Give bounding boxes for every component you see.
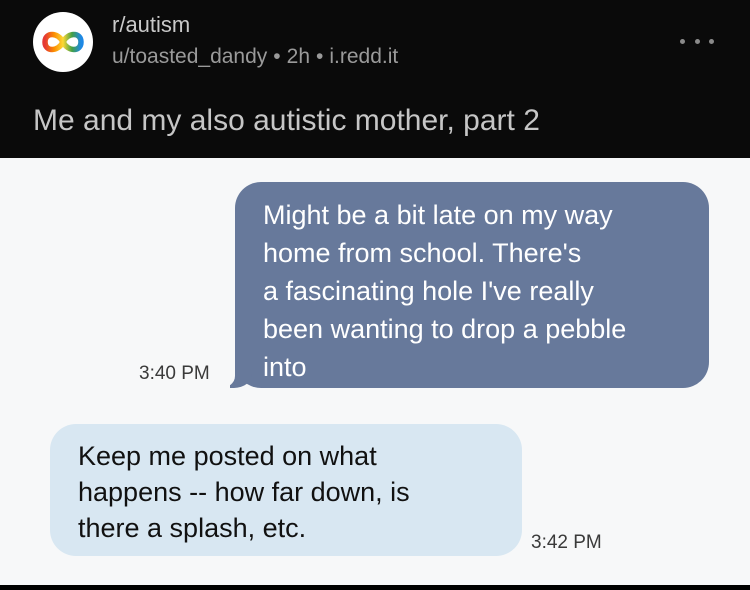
subreddit-avatar[interactable] <box>33 12 93 72</box>
incoming-message-bubble: Keep me posted on what happens -- how fa… <box>50 424 522 556</box>
bottom-divider <box>0 585 750 590</box>
post-age: 2h <box>286 45 311 68</box>
post-title[interactable]: Me and my also autistic mother, part 2 <box>33 104 540 138</box>
post-meta: u/toasted_dandy • 2h • i.redd.it <box>112 45 398 69</box>
message-timestamp: 3:40 PM <box>139 363 210 384</box>
more-options-icon[interactable] <box>680 34 714 48</box>
post-domain[interactable]: i.redd.it <box>329 45 398 68</box>
author-link[interactable]: u/toasted_dandy <box>112 45 267 68</box>
more-dot <box>694 38 700 44</box>
more-dot <box>680 38 685 44</box>
more-dot <box>709 38 714 44</box>
outgoing-message-bubble: Might be a bit late on my way home from … <box>221 182 709 388</box>
message-timestamp: 3:42 PM <box>531 532 602 553</box>
message-line: a fascinating hole I've really <box>263 276 594 306</box>
message-line: been wanting to drop a pebble <box>263 314 627 344</box>
message-line: Might be a bit late on my way <box>263 200 613 230</box>
message-line: happens -- how far down, is <box>78 477 410 507</box>
message-line: home from school. There's <box>263 238 582 268</box>
chat-screenshot: Might be a bit late on my way home from … <box>0 158 750 585</box>
post-header: r/autism u/toasted_dandy • 2h • i.redd.it Me… <box>0 0 750 158</box>
meta-separator: • <box>273 45 281 68</box>
meta-separator: • <box>316 45 324 68</box>
message-line: into <box>263 352 307 382</box>
infinity-logo-icon <box>42 31 84 53</box>
subreddit-name[interactable]: r/autism <box>112 12 190 38</box>
message-line: Keep me posted on what <box>78 441 377 471</box>
message-line: there a splash, etc. <box>78 513 307 543</box>
